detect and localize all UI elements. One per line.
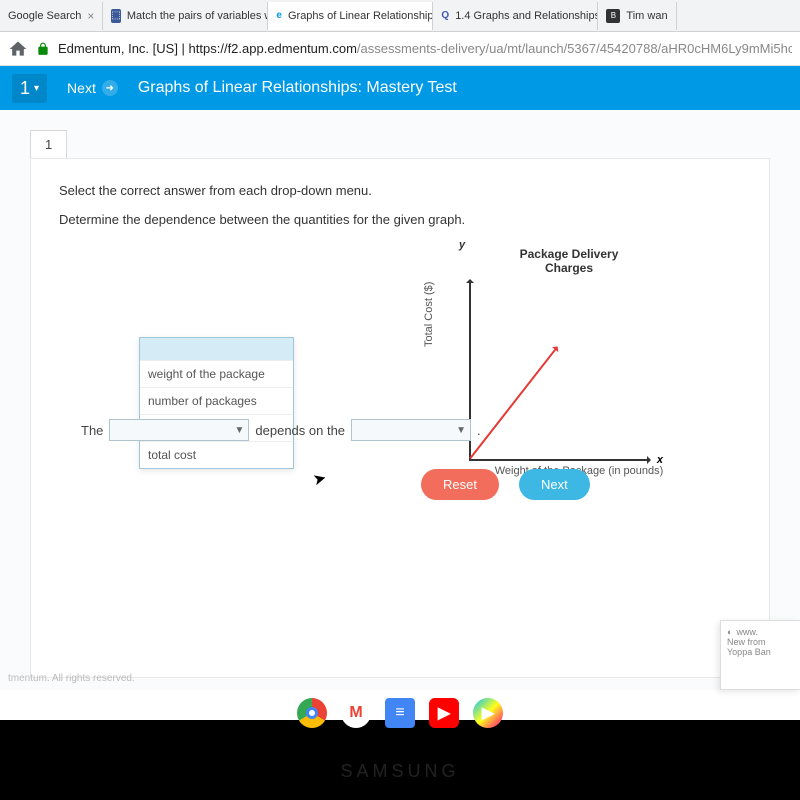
tab-google[interactable]: Google Search × bbox=[0, 2, 103, 30]
dock: M ≡ ▶ ▶ bbox=[297, 698, 503, 728]
tab-match[interactable]: ⬚ Match the pairs of variables wit × bbox=[103, 2, 268, 30]
dropdown-option[interactable]: weight of the package bbox=[140, 360, 293, 387]
instruction-2: Determine the dependence between the qua… bbox=[59, 212, 741, 227]
footer-text: tmentum. All rights reserved. bbox=[8, 673, 135, 684]
tab-label: Google Search bbox=[8, 10, 81, 22]
next-button[interactable]: Next bbox=[519, 469, 590, 500]
dropdown-options-list: weight of the package number of packages… bbox=[139, 337, 294, 469]
data-line bbox=[469, 347, 557, 459]
chrome-icon[interactable] bbox=[297, 698, 327, 728]
play-store-icon[interactable]: ▶ bbox=[473, 698, 503, 728]
tab-quizlet[interactable]: Q 1.4 Graphs and Relationships M × bbox=[433, 2, 598, 30]
question-number-dropdown[interactable]: 1 ▾ bbox=[12, 74, 47, 103]
site-icon: B bbox=[606, 9, 620, 23]
browser-tabs: Google Search × ⬚ Match the pairs of var… bbox=[0, 0, 800, 32]
tab-graphs[interactable]: e Graphs of Linear Relationships: × bbox=[268, 2, 433, 30]
site-icon: e bbox=[276, 9, 282, 23]
tab-tim[interactable]: B Tim wan bbox=[598, 2, 676, 30]
tab-label: Graphs of Linear Relationships: bbox=[288, 10, 433, 22]
tab-label: Tim wan bbox=[626, 10, 667, 22]
dropdown-highlight[interactable] bbox=[140, 338, 293, 360]
dependent-select[interactable]: ▼ bbox=[109, 419, 249, 441]
plot-area: x bbox=[469, 281, 649, 461]
question-tab[interactable]: 1 bbox=[30, 130, 67, 158]
answer-sentence: The ▼ depends on the ▼. bbox=[81, 419, 481, 441]
tab-label: Match the pairs of variables wit bbox=[127, 10, 269, 22]
y-axis-label: Total Cost ($) bbox=[423, 282, 435, 347]
address-bar: Edmentum, Inc. [US] | https://f2.app.edm… bbox=[0, 32, 800, 66]
brand-logo: SAMSUNG bbox=[340, 761, 459, 782]
chart-title: Package Delivery y Charges bbox=[449, 247, 689, 275]
reset-button[interactable]: Reset bbox=[421, 469, 499, 500]
app-header: 1 ▾ Next ➜ Graphs of Linear Relationship… bbox=[0, 66, 800, 110]
x-variable: x bbox=[657, 454, 663, 466]
chevron-down-icon: ▾ bbox=[34, 83, 39, 94]
arrow-right-icon: ➜ bbox=[102, 80, 118, 96]
x-axis bbox=[469, 459, 649, 461]
tab-label: 1.4 Graphs and Relationships M bbox=[455, 10, 598, 22]
close-icon[interactable]: × bbox=[87, 9, 94, 23]
chrome-icon: ◐ bbox=[727, 627, 732, 637]
y-variable: y bbox=[459, 239, 465, 251]
youtube-icon[interactable]: ▶ bbox=[429, 698, 459, 728]
site-icon: Q bbox=[441, 9, 449, 23]
instruction-1: Select the correct answer from each drop… bbox=[59, 183, 741, 198]
lock-icon[interactable] bbox=[36, 42, 50, 56]
chart: Package Delivery y Charges Total Cost ($… bbox=[429, 247, 689, 477]
cursor-icon: ➤ bbox=[311, 468, 329, 491]
dropdown-option[interactable]: total cost bbox=[140, 441, 293, 468]
independent-select[interactable]: ▼ bbox=[351, 419, 471, 441]
content-area: 1 Select the correct answer from each dr… bbox=[0, 110, 800, 690]
question-card: Select the correct answer from each drop… bbox=[30, 158, 770, 678]
page-title: Graphs of Linear Relationships: Mastery … bbox=[138, 79, 457, 97]
docs-icon[interactable]: ≡ bbox=[385, 698, 415, 728]
dropdown-option[interactable]: number of packages bbox=[140, 387, 293, 414]
site-icon: ⬚ bbox=[111, 9, 120, 23]
home-icon[interactable] bbox=[8, 39, 28, 59]
next-top-button[interactable]: Next ➜ bbox=[67, 80, 118, 96]
url-text[interactable]: Edmentum, Inc. [US] | https://f2.app.edm… bbox=[58, 41, 792, 56]
gmail-icon[interactable]: M bbox=[341, 698, 371, 728]
notification-popup[interactable]: ◐www. New from Yoppa Ban bbox=[720, 620, 800, 690]
